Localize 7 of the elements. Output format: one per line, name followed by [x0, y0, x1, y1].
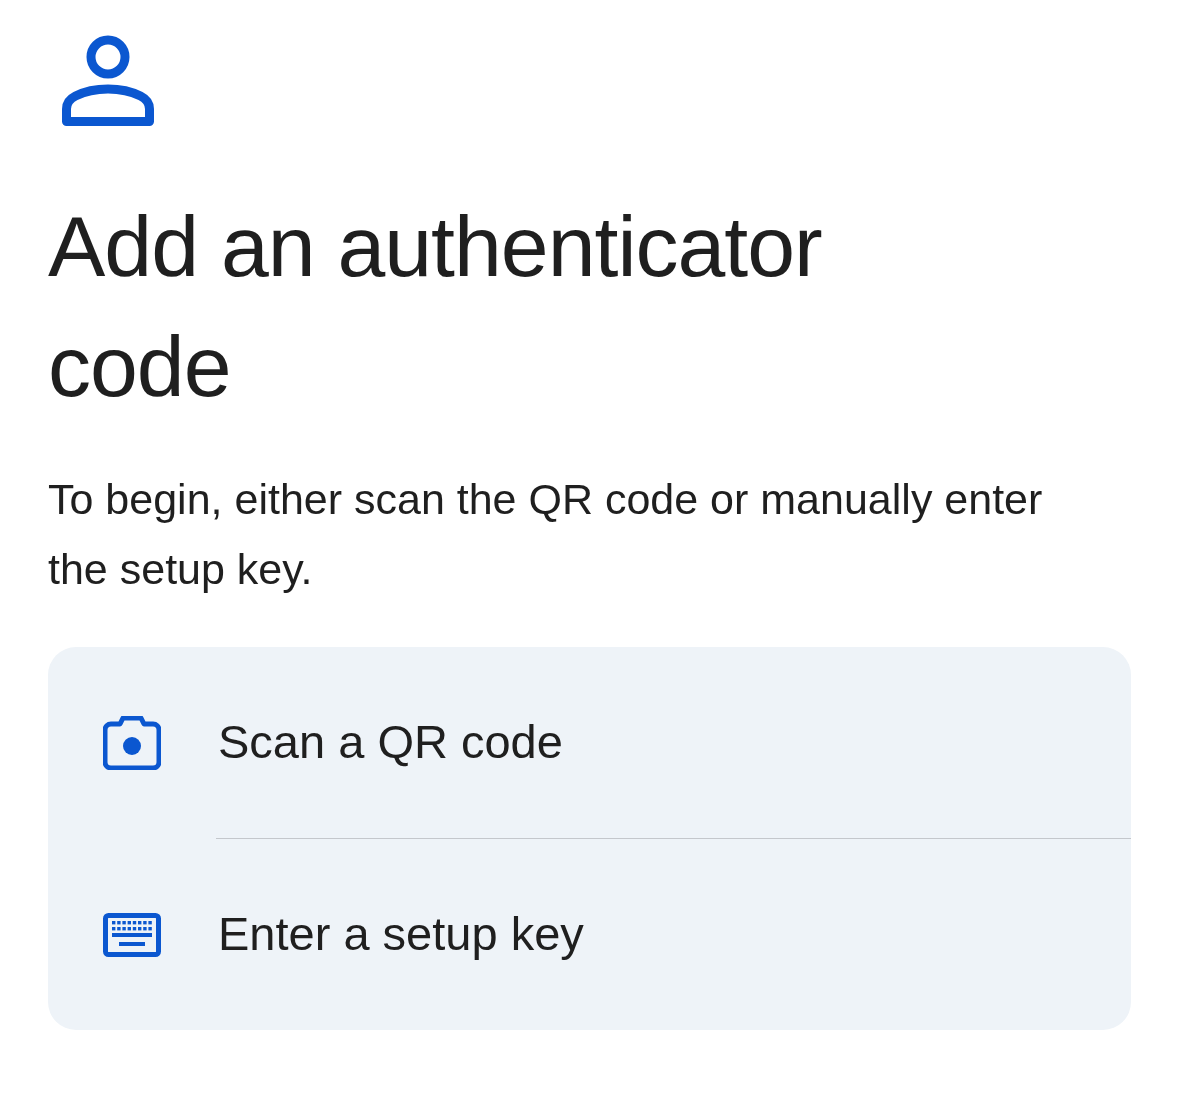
keyboard-icon [103, 912, 161, 957]
person-icon [62, 33, 154, 126]
description: To begin, either scan the QR code or manually enter the setup key. [48, 474, 1044, 595]
option-item[interactable]: Enter a setup key [48, 839, 1131, 1030]
camera-icon [103, 715, 161, 770]
page-title: Add an authenticator code [48, 197, 823, 416]
option-item[interactable]: Scan a QR code [48, 647, 1131, 838]
